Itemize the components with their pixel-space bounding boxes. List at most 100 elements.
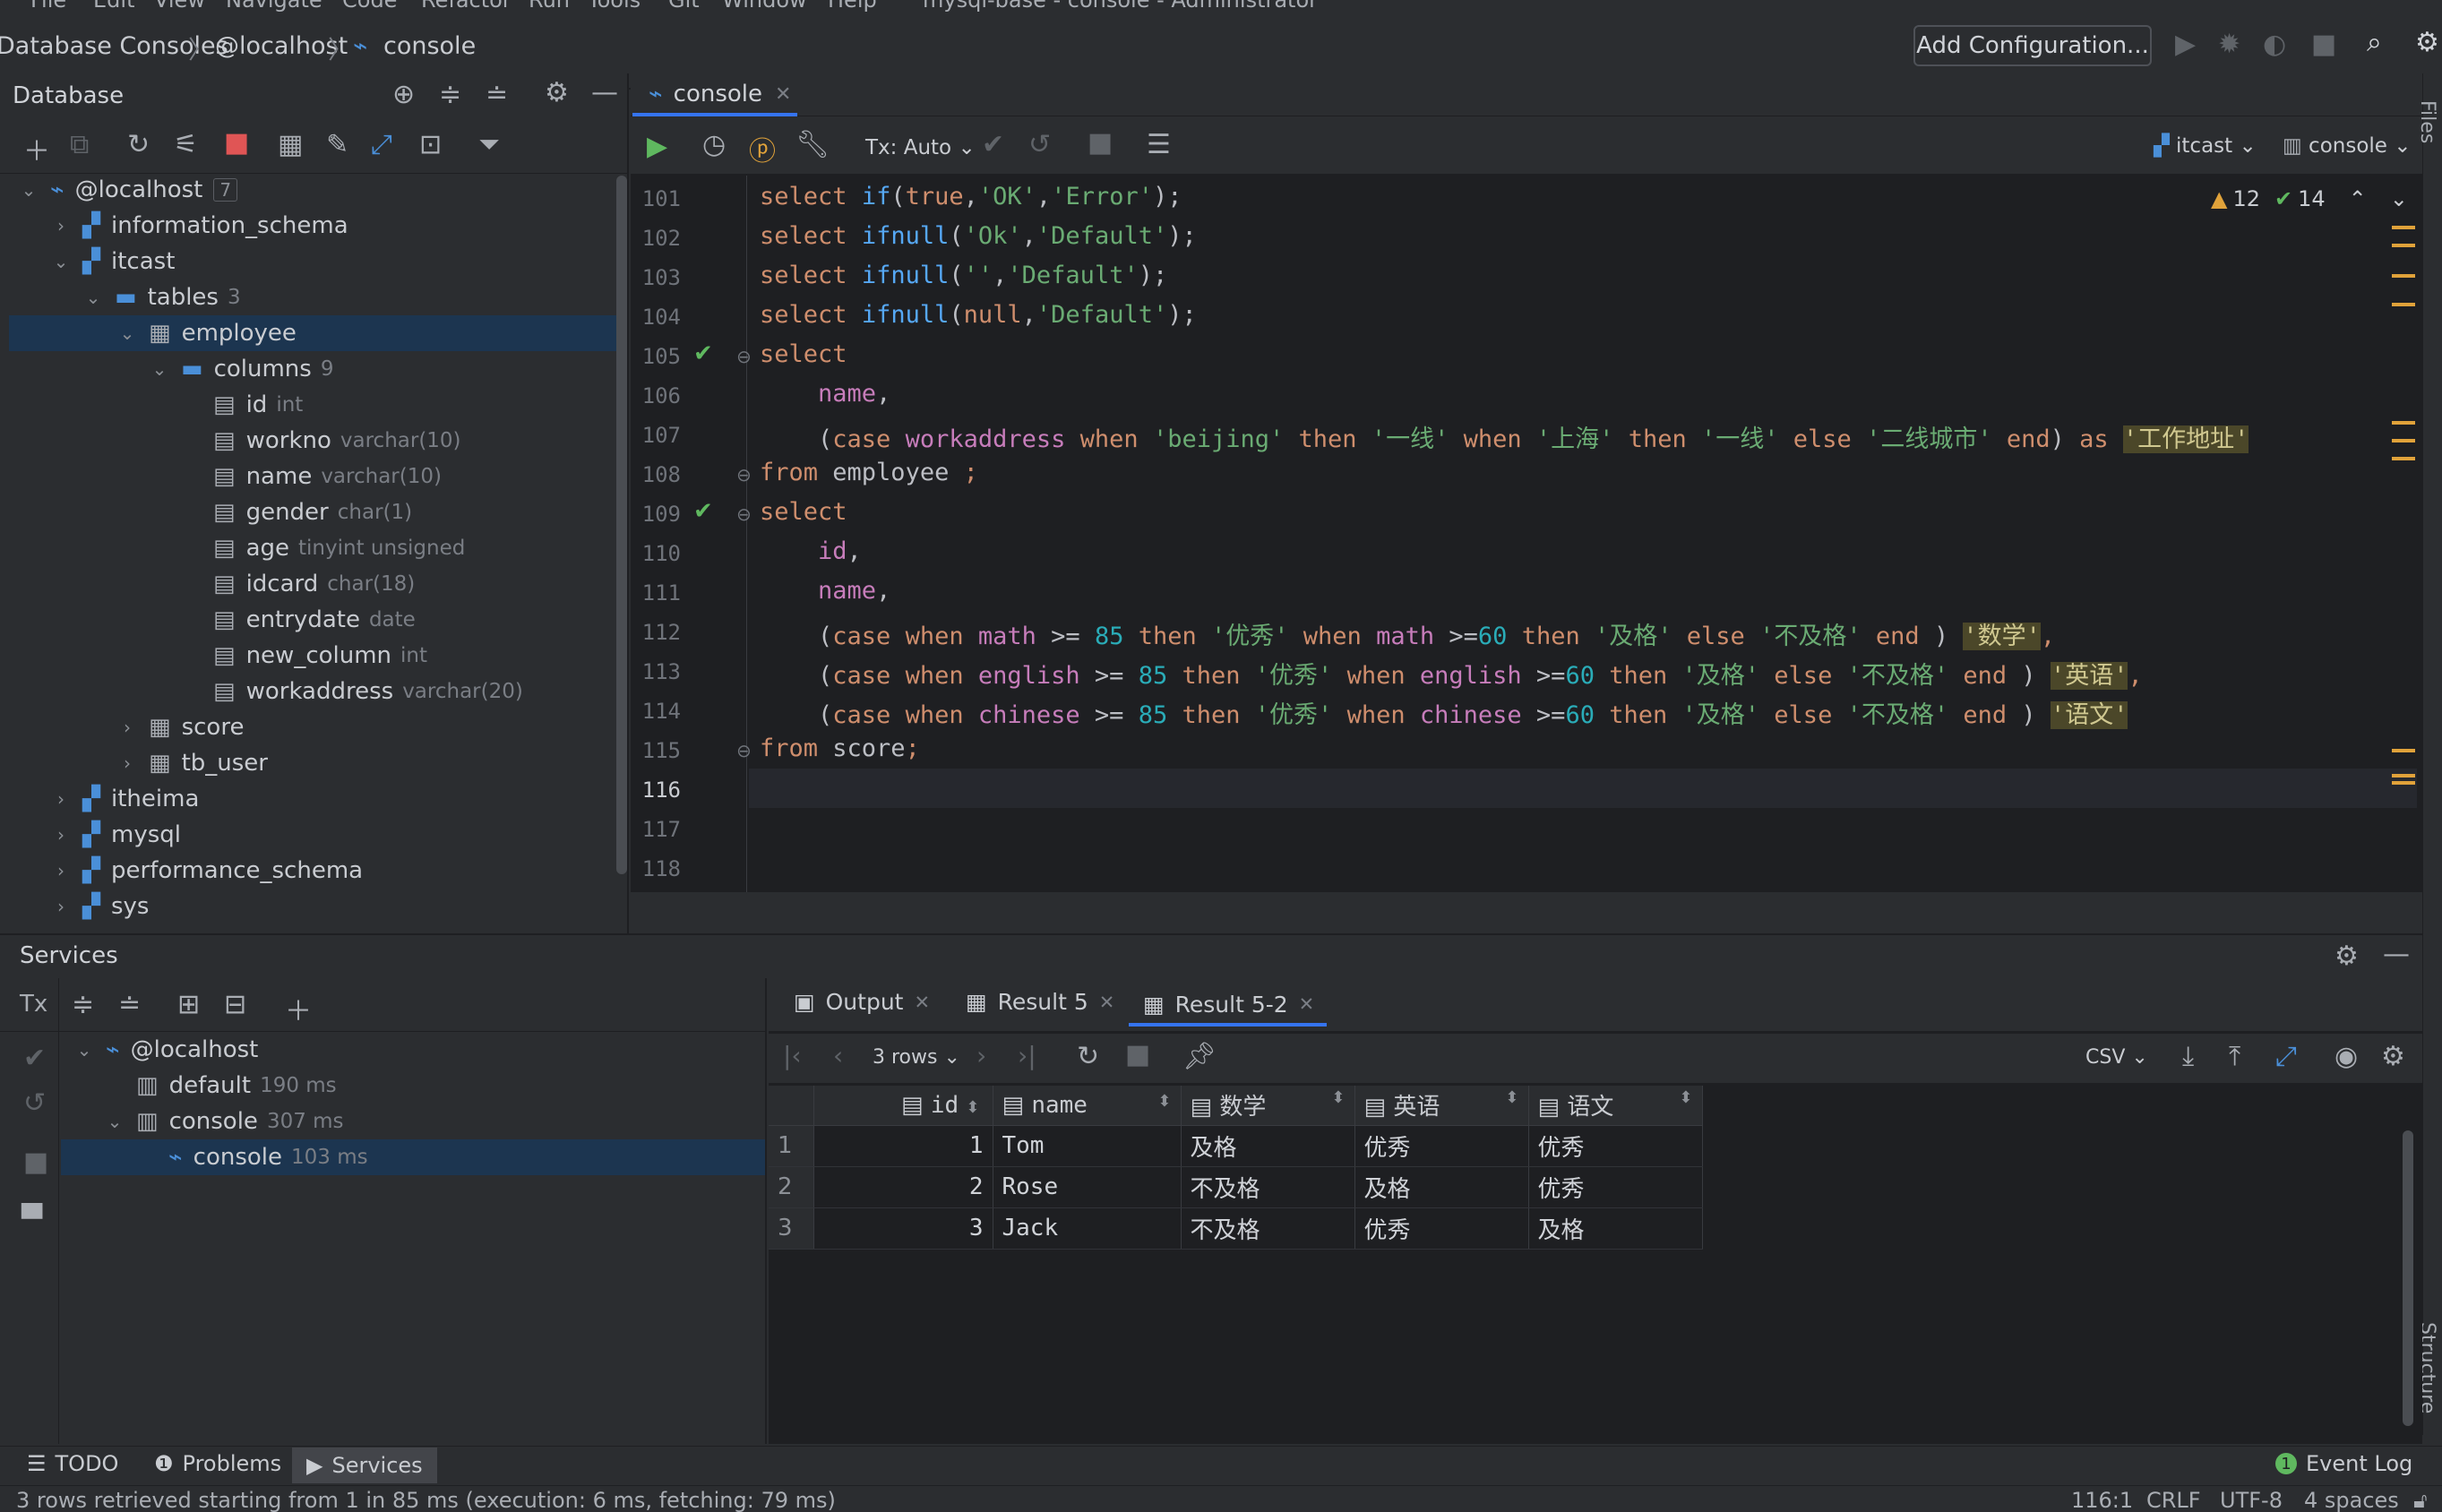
page-size-select[interactable]: 3 rows ⌄: [873, 1046, 960, 1069]
warning-marker[interactable]: [2392, 774, 2415, 777]
cell-math[interactable]: 不及格: [1181, 1207, 1355, 1250]
service-node-localhost[interactable]: ⌄ ⌁ @localhost: [75, 1032, 259, 1068]
sort-icon[interactable]: ⬍: [1157, 1092, 1171, 1111]
warning-marker[interactable]: [2392, 303, 2415, 306]
stop-icon[interactable]: ■: [1088, 127, 1113, 159]
tree-node-score[interactable]: › ▦ score: [118, 709, 244, 745]
warning-marker[interactable]: [2392, 274, 2415, 278]
upload-icon[interactable]: ⤒: [2229, 1041, 2240, 1072]
stop-icon[interactable]: ■: [2311, 29, 2336, 60]
schema-select[interactable]: ▞ itcast ⌄: [2154, 134, 2257, 158]
column-header-english[interactable]: ▤ 英语 ⬍: [1354, 1086, 1529, 1126]
results-scrollbar[interactable]: [2403, 1130, 2413, 1426]
collapse-all-icon[interactable]: ≐: [486, 79, 508, 110]
menu-code[interactable]: Code: [342, 0, 397, 13]
table-row[interactable]: 3 3 Jack 不及格 优秀 及格: [769, 1207, 1703, 1250]
cell-english[interactable]: 优秀: [1354, 1125, 1529, 1167]
jump-to-console-icon[interactable]: ⤢: [371, 129, 392, 160]
close-icon[interactable]: ✕: [1299, 993, 1315, 1015]
tree-node-columns[interactable]: ⌄ ▬ columns 9: [150, 351, 334, 387]
warning-marker[interactable]: [2392, 226, 2415, 229]
chevron-down-icon[interactable]: ⌄: [2390, 186, 2408, 211]
chevron-right-icon[interactable]: ›: [52, 215, 70, 236]
service-node-default[interactable]: ▥ default 190 ms: [136, 1068, 337, 1104]
cell-name[interactable]: Rose: [993, 1166, 1182, 1208]
column-node[interactable]: ▤ workno varchar(10): [213, 423, 461, 459]
tab-output[interactable]: ▣ Output ✕: [794, 989, 930, 1015]
chevron-right-icon[interactable]: ›: [52, 788, 70, 810]
cell-english[interactable]: 及格: [1354, 1166, 1529, 1208]
chevron-down-icon[interactable]: ⌄: [84, 287, 102, 308]
warning-marker[interactable]: [2392, 781, 2415, 785]
tree-node-performance-schema[interactable]: › ▞ performance_schema: [52, 853, 363, 889]
expand-all-icon[interactable]: ≑: [439, 79, 461, 110]
line-separator[interactable]: CRLF: [2146, 1488, 2201, 1512]
close-icon[interactable]: ✕: [775, 83, 791, 106]
chevron-down-icon[interactable]: ⌄: [20, 179, 38, 201]
export-format-select[interactable]: CSV ⌄: [2085, 1046, 2148, 1069]
stop-icon[interactable]: ■: [1125, 1039, 1150, 1070]
group-icon[interactable]: ⊞: [177, 989, 200, 1020]
lock-icon[interactable]: 🔓︎: [2413, 1488, 2428, 1512]
collapse-all-icon[interactable]: ≐: [118, 989, 141, 1020]
jump-to-console-icon[interactable]: ⤢: [2275, 1041, 2297, 1072]
tx-icon[interactable]: Tx: [20, 991, 47, 1018]
fold-icon[interactable]: ⊖: [736, 346, 752, 367]
tab-result-5-2[interactable]: ▦ Result 5-2 ✕: [1129, 985, 1328, 1027]
tool-tab-problems[interactable]: ❶ Problems: [154, 1451, 281, 1476]
session-select[interactable]: ▥ console ⌄: [2283, 134, 2412, 158]
eye-icon[interactable]: ◉: [2335, 1041, 2358, 1072]
menu-help[interactable]: Help: [828, 0, 877, 13]
last-page-icon[interactable]: ›|: [1018, 1041, 1036, 1070]
menu-window[interactable]: Window: [722, 0, 807, 13]
caret-position[interactable]: 116:1: [2071, 1488, 2133, 1512]
cell-id[interactable]: 3: [813, 1207, 993, 1250]
settings-icon[interactable]: ⚙: [2415, 27, 2439, 58]
search-icon[interactable]: ⌕: [2367, 27, 2382, 58]
coverage-icon[interactable]: ◐: [2263, 29, 2286, 60]
tool-tab-services[interactable]: ▶ Services: [292, 1448, 437, 1483]
tree-node-tables[interactable]: ⌄ ▬ tables 3: [84, 279, 241, 315]
chevron-down-icon[interactable]: ⌄: [75, 1039, 93, 1061]
sort-icon[interactable]: ⬍: [1679, 1088, 1692, 1107]
warning-marker[interactable]: [2392, 421, 2415, 425]
copy-icon[interactable]: ⧉: [70, 129, 89, 160]
column-node[interactable]: ▤ age tinyint unsigned: [213, 530, 465, 566]
history-icon[interactable]: ◷: [702, 129, 726, 160]
stop-icon[interactable]: ■: [224, 127, 249, 159]
next-page-icon[interactable]: ›: [976, 1041, 986, 1070]
tree-node-tb-user[interactable]: › ▦ tb_user: [118, 745, 268, 781]
column-header-name[interactable]: ▤ name ⬍: [993, 1086, 1182, 1126]
cell-math[interactable]: 及格: [1181, 1125, 1355, 1167]
sort-icon[interactable]: ⬍: [1331, 1088, 1345, 1107]
warning-marker[interactable]: [2392, 457, 2415, 460]
warning-marker[interactable]: [2392, 439, 2415, 442]
status-message[interactable]: 3 rows retrieved starting from 1 in 85 m…: [16, 1488, 836, 1512]
new-service-icon[interactable]: ⊟: [224, 989, 246, 1020]
gear-icon[interactable]: ⚙: [545, 77, 569, 108]
chevron-right-icon[interactable]: ›: [52, 896, 70, 917]
stop-icon[interactable]: ■: [23, 1147, 48, 1178]
refresh-icon[interactable]: ↻: [127, 129, 150, 160]
column-header-math[interactable]: ▤ 数学 ⬍: [1181, 1086, 1355, 1126]
sort-icon[interactable]: ⬍: [966, 1098, 979, 1117]
add-icon[interactable]: ＋: [23, 129, 50, 168]
close-icon[interactable]: ✕: [1099, 992, 1115, 1013]
tool-tab-todo[interactable]: ☰ TODO: [27, 1451, 118, 1476]
service-node-console-group[interactable]: ⌄ ▥ console 307 ms: [106, 1104, 344, 1139]
edit-icon[interactable]: ✎: [326, 129, 348, 160]
schema-sync-icon[interactable]: ⚟: [174, 129, 198, 160]
layout-icon[interactable]: ▀: [21, 1204, 42, 1235]
results-grid[interactable]: ▤ id ⬍ ▤ name ⬍ ▤ 数学 ⬍ ▤ 英语 ⬍ ▤ 语文 ⬍ 1 1…: [769, 1086, 1703, 1250]
fold-icon[interactable]: ⊖: [736, 503, 752, 525]
event-log-button[interactable]: 1 Event Log: [2275, 1451, 2412, 1476]
cell-id[interactable]: 2: [813, 1166, 993, 1208]
target-icon[interactable]: ⊕: [392, 79, 415, 110]
gear-icon[interactable]: ⚙: [2335, 941, 2359, 972]
filter-icon[interactable]: ⏷: [478, 129, 500, 160]
refresh-icon[interactable]: ↻: [1077, 1041, 1099, 1072]
tree-node-employee[interactable]: ⌄ ▦ employee: [9, 315, 618, 351]
column-node[interactable]: ▤ name varchar(10): [213, 459, 442, 494]
tab-result-5[interactable]: ▦ Result 5 ✕: [966, 989, 1114, 1015]
tree-node-itheima[interactable]: › ▞ itheima: [52, 781, 199, 817]
